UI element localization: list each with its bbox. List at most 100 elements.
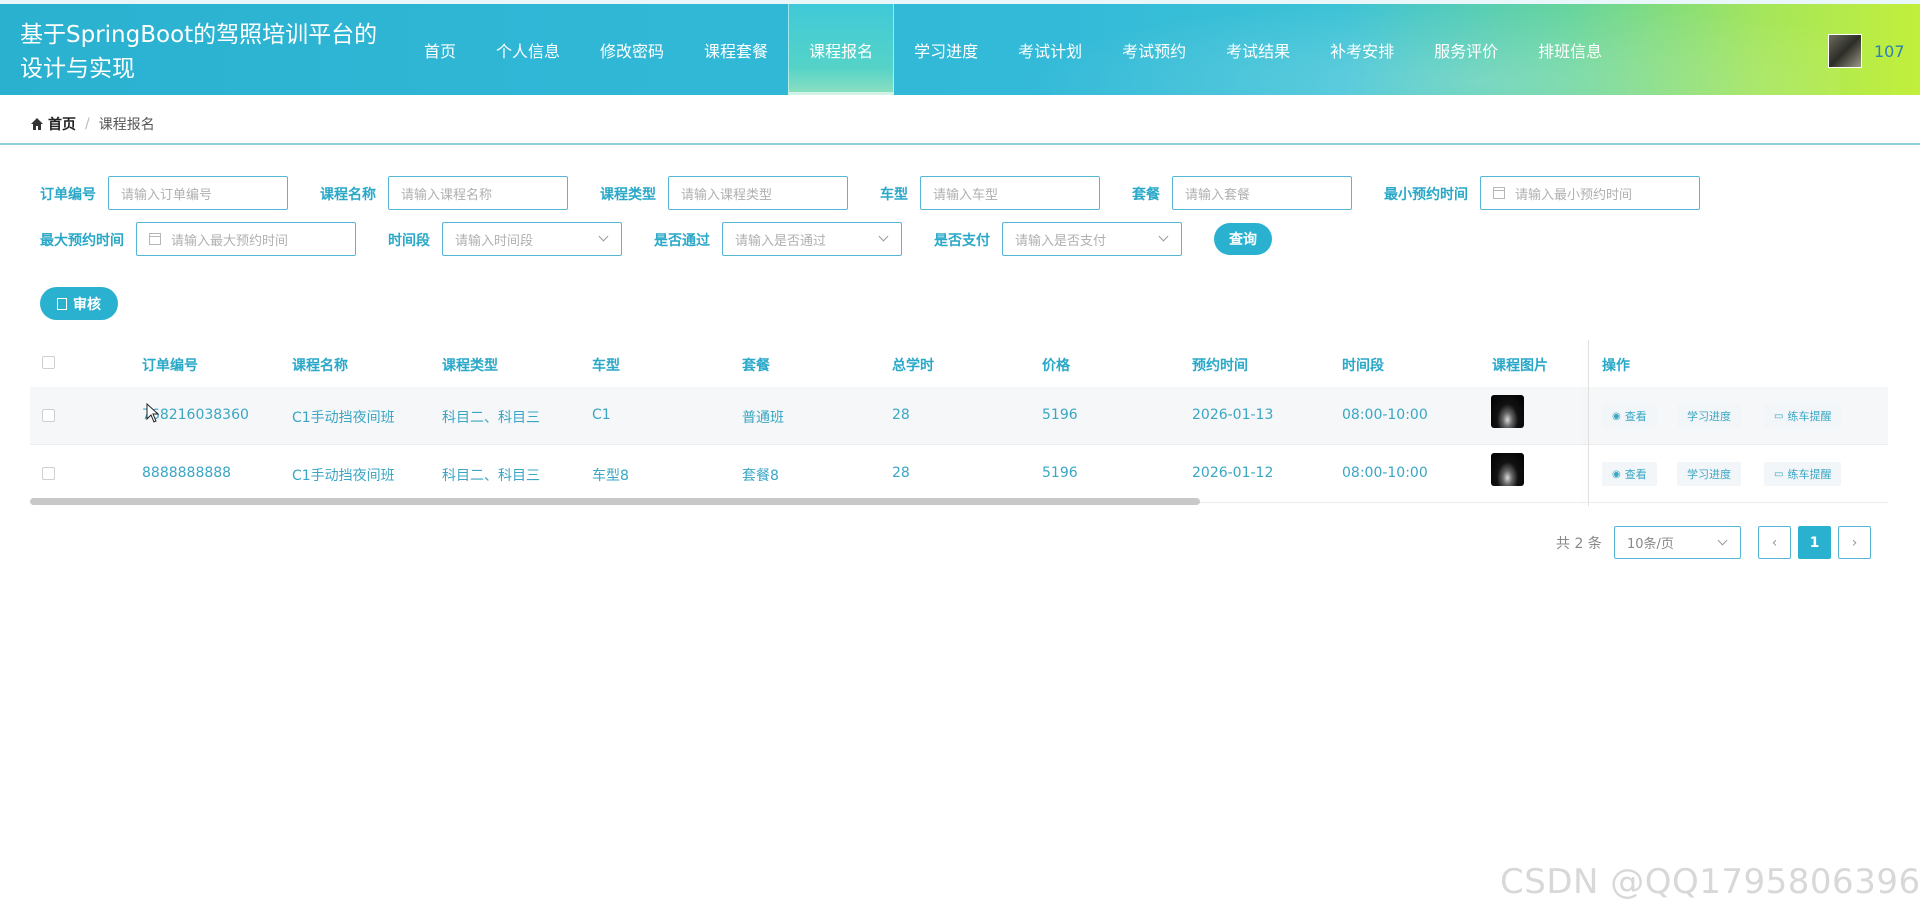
max-time-placeholder: 请输入最大预约时间 [171,233,289,249]
avatar[interactable] [1828,34,1862,68]
cell-time-slot: 08:00-10:00 [1342,465,1428,481]
col-actions: 操作 [1602,358,1630,374]
col-order-no: 订单编号 [142,358,198,374]
nav-study-progress[interactable]: 学习进度 [894,4,998,95]
chevron-down-icon [878,231,889,242]
car-type-input[interactable]: 请输入车型 [920,176,1100,210]
page-size-value: 10条/页 [1627,537,1674,552]
study-progress-button[interactable]: 学习进度 [1677,404,1741,428]
nav-exam-plan[interactable]: 考试计划 [998,4,1102,95]
passed-label: 是否通过 [654,233,710,249]
cell-hours: 28 [892,407,910,423]
practice-reminder-button[interactable]: ▭ 练车提醒 [1764,404,1842,428]
nav-schedule[interactable]: 排班信息 [1518,4,1622,95]
table-header: 订单编号 课程名称 课程类型 车型 套餐 总学时 价格 预约时间 时间段 课程图… [30,340,1888,387]
query-button[interactable]: 查询 [1214,223,1272,255]
course-image-thumbnail[interactable] [1491,453,1524,486]
nav-makeup-exam[interactable]: 补考安排 [1310,4,1414,95]
chevron-right-icon: › [1851,534,1858,551]
view-button[interactable]: ◉ 查看 [1602,404,1657,428]
cell-price: 5196 [1042,465,1078,481]
package-input[interactable]: 请输入套餐 [1172,176,1352,210]
eye-icon: ◉ [1612,468,1621,480]
order-no-label: 订单编号 [40,187,96,203]
practice-reminder-button[interactable]: ▭ 练车提醒 [1764,462,1842,486]
col-booking-time: 预约时间 [1192,358,1248,374]
col-course-name: 课程名称 [292,358,348,374]
nav-exam-result[interactable]: 考试结果 [1206,4,1310,95]
table-row[interactable]: 768216038360 C1手动挡夜间班 科目二、科目三 C1 普通班 28 … [30,387,1888,445]
chevron-down-icon [1717,535,1728,546]
message-icon: ▭ [1774,468,1784,480]
nav-personal-info[interactable]: 个人信息 [476,4,580,95]
cell-order-no: 8888888888 [142,465,232,481]
row-checkbox[interactable] [42,467,55,480]
site-title: 基于SpringBoot的驾照培训平台的设计与实现 [20,22,378,82]
package-label: 套餐 [1132,187,1160,203]
study-progress-button[interactable]: 学习进度 [1677,462,1741,486]
course-name-label: 课程名称 [320,187,376,203]
breadcrumb-current: 课程报名 [98,117,155,133]
audit-button[interactable]: 审核 [40,287,118,320]
course-name-input[interactable]: 请输入课程名称 [388,176,568,210]
watermark: CSDN @QQ1795806396 [1500,862,1920,902]
col-course-image: 课程图片 [1492,358,1548,374]
time-slot-select[interactable]: 请输入时间段 [442,222,622,256]
passed-select[interactable]: 请输入是否通过 [722,222,902,256]
order-no-input[interactable]: 请输入订单编号 [108,176,288,210]
cell-price: 5196 [1042,407,1078,423]
nav-home[interactable]: 首页 [404,4,476,95]
chevron-down-icon [598,231,609,242]
audit-label: 审核 [73,296,101,313]
paid-placeholder: 请输入是否支付 [1015,233,1107,249]
paid-label: 是否支付 [934,233,990,249]
passed-placeholder: 请输入是否通过 [735,233,827,249]
cell-time-slot: 08:00-10:00 [1342,407,1428,423]
min-time-label: 最小预约时间 [1384,187,1468,203]
prev-page-button[interactable]: ‹ [1758,526,1791,559]
calendar-icon [1493,187,1505,199]
study-progress-label: 学习进度 [1687,410,1731,423]
min-time-placeholder: 请输入最小预约时间 [1515,187,1633,203]
main-nav: 首页 个人信息 修改密码 课程套餐 课程报名 学习进度 考试计划 考试预约 考试… [404,4,1622,95]
time-slot-label: 时间段 [388,233,430,249]
course-type-input[interactable]: 请输入课程类型 [668,176,848,210]
top-header: 基于SpringBoot的驾照培训平台的设计与实现 首页 个人信息 修改密码 课… [0,0,1920,124]
horizontal-scrollbar[interactable] [30,498,1200,505]
max-time-picker[interactable]: 请输入最大预约时间 [136,222,356,256]
select-all-checkbox[interactable] [42,356,55,369]
col-time-slot: 时间段 [1342,358,1384,374]
cell-hours: 28 [892,465,910,481]
nav-course-package[interactable]: 课程套餐 [684,4,788,95]
row-checkbox[interactable] [42,409,55,422]
min-time-picker[interactable]: 请输入最小预约时间 [1480,176,1700,210]
breadcrumb-separator: / [85,116,90,132]
cell-package: 套餐8 [742,468,779,484]
mouse-cursor-icon [146,403,160,423]
nav-course-enroll[interactable]: 课程报名 [788,4,895,95]
breadcrumb-divider [0,143,1920,145]
message-icon: ▭ [1774,410,1784,422]
cell-car-type: C1 [592,407,611,423]
nav-service-review[interactable]: 服务评价 [1414,4,1518,95]
course-image-thumbnail[interactable] [1491,395,1524,428]
col-hours: 总学时 [892,358,934,374]
course-type-label: 课程类型 [600,187,656,203]
chevron-left-icon: ‹ [1771,534,1778,551]
calendar-icon [149,233,161,245]
page-size-select[interactable]: 10条/页 [1614,526,1741,559]
table-row[interactable]: 8888888888 C1手动挡夜间班 科目二、科目三 车型8 套餐8 28 5… [30,445,1888,503]
cell-course-name: C1手动挡夜间班 [292,468,395,484]
max-time-label: 最大预约时间 [40,233,124,249]
col-car-type: 车型 [592,358,620,374]
username[interactable]: 107 [1874,42,1905,61]
col-course-type: 课程类型 [442,358,498,374]
nav-exam-booking[interactable]: 考试预约 [1102,4,1206,95]
breadcrumb-home[interactable]: 首页 [48,114,76,134]
paid-select[interactable]: 请输入是否支付 [1002,222,1182,256]
nav-change-password[interactable]: 修改密码 [580,4,684,95]
study-progress-label: 学习进度 [1687,468,1731,481]
next-page-button[interactable]: › [1838,526,1871,559]
page-button-current[interactable]: 1 [1798,526,1831,559]
view-button[interactable]: ◉ 查看 [1602,462,1657,486]
